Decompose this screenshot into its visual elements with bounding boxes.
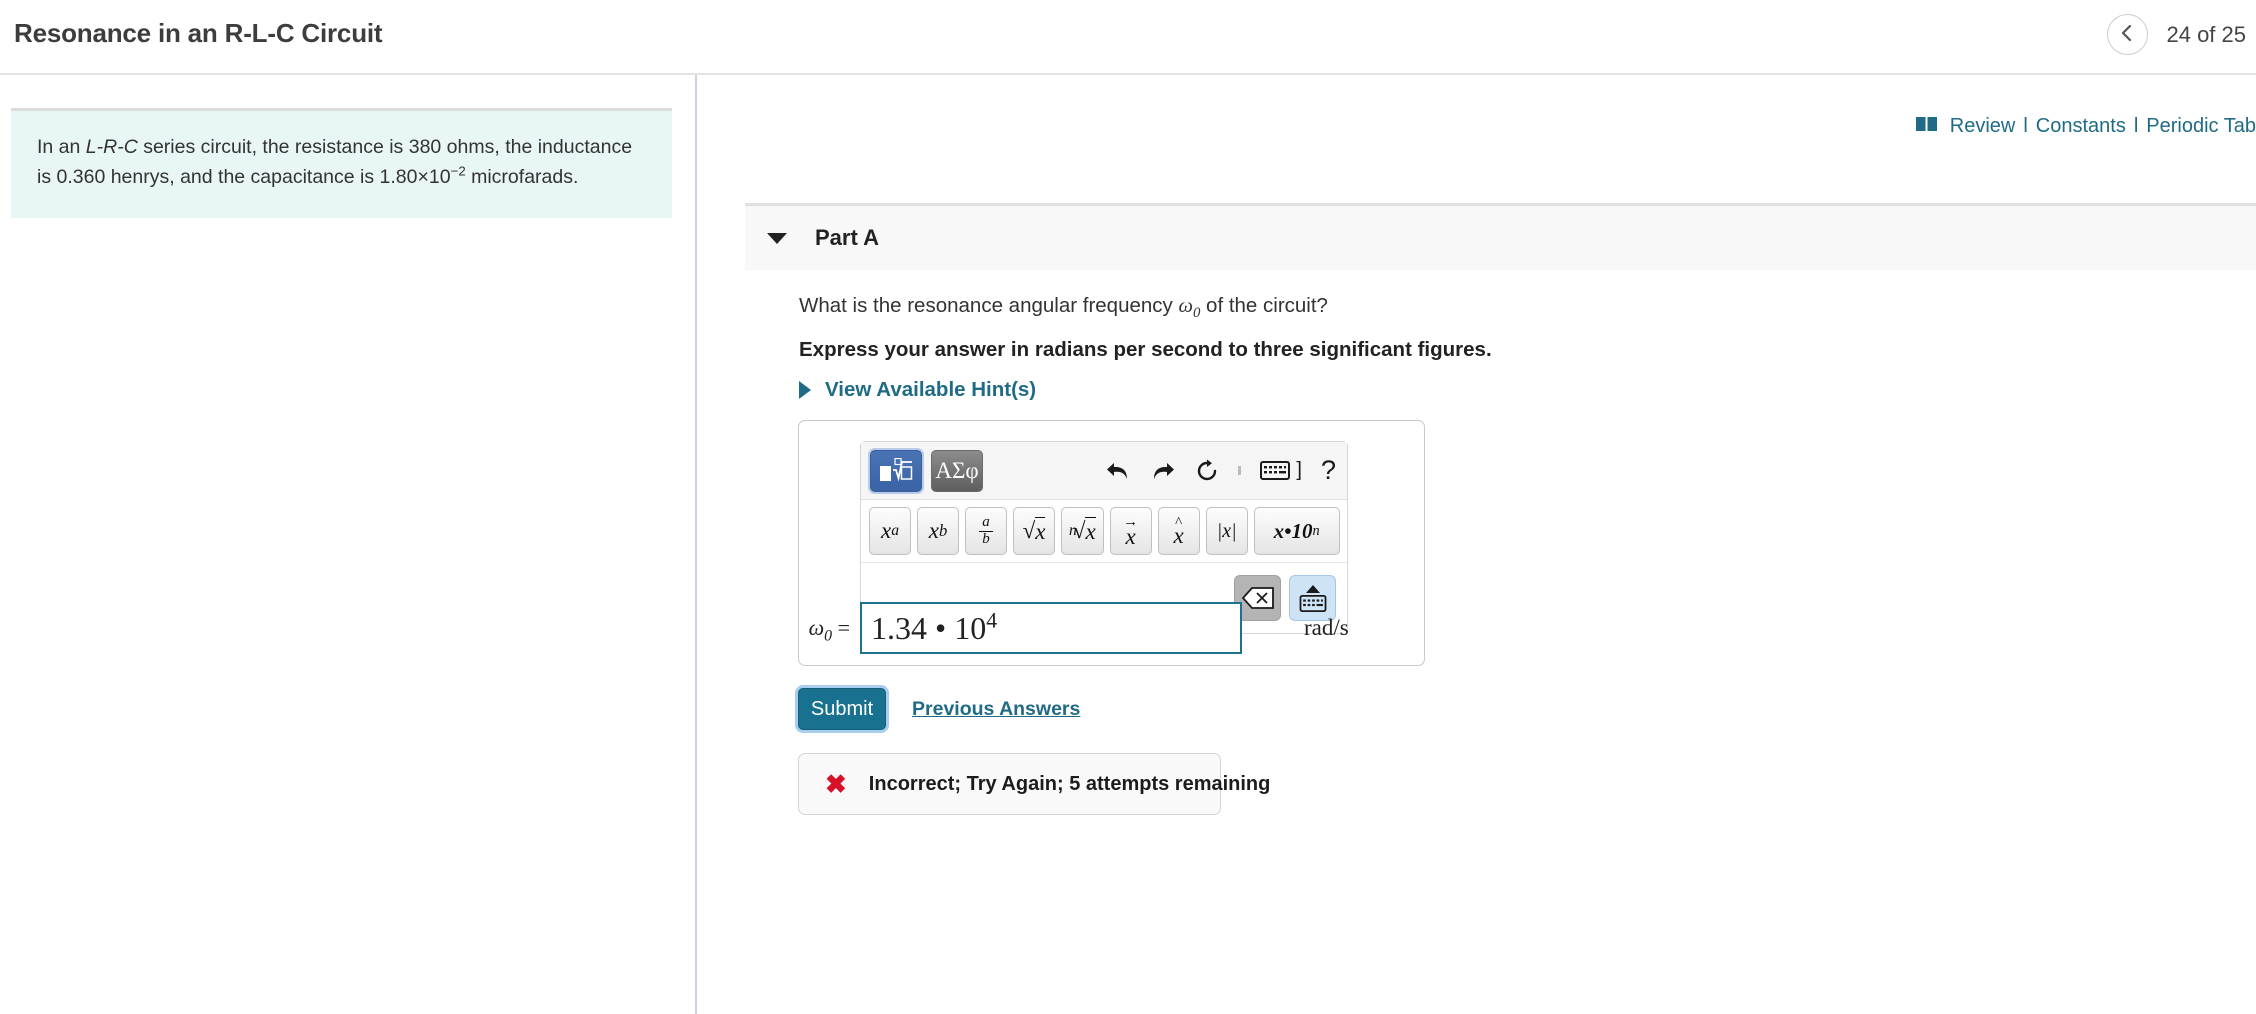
vector-button[interactable]: → x [1109, 507, 1152, 555]
caret-right-icon [799, 381, 811, 399]
reset-circular-arrow-icon[interactable] [1195, 459, 1219, 483]
answer-mantissa: 1.34 • 10 [871, 609, 987, 646]
answer-variable-label: ω0 = [799, 615, 860, 645]
hat-button[interactable]: ^ x [1157, 507, 1200, 555]
page-title: Resonance in an R-L-C Circuit [14, 18, 383, 48]
answer-input[interactable]: 1.34 • 104 [860, 602, 1242, 654]
view-hints-label: View Available Hint(s) [825, 378, 1037, 401]
toolbar-symbol-row: xa xb a b √ x n √ x → x ^ x |x| x•10 n [861, 500, 1347, 563]
nth-root-button[interactable]: n √ x [1061, 507, 1104, 555]
redo-arrow-icon[interactable] [1150, 460, 1176, 482]
submit-button[interactable]: Submit [798, 688, 886, 730]
answer-exponent: 4 [986, 607, 998, 632]
problem-text-tail: microfarads. [465, 165, 579, 188]
greek-palette-button[interactable]: ΑΣφ [931, 449, 983, 492]
instruction-text: Express your answer in radians per secon… [799, 338, 1492, 361]
periodic-table-link[interactable]: Periodic Tab [2146, 115, 2256, 138]
problem-text-lead: In an [37, 136, 86, 158]
feedback-box: ✖ Incorrect; Try Again; 5 attempts remai… [798, 753, 1270, 815]
math-palette-icon[interactable] [870, 449, 922, 492]
fraction-numerator: a [979, 514, 993, 532]
toolbar-mode-row: ΑΣφ] ? [861, 442, 1347, 500]
bracket-icon[interactable]: ] [1296, 459, 1302, 482]
constants-link[interactable]: Constants [2036, 115, 2126, 138]
problem-statement-panel: In an L-R-C series circuit, the resistan… [0, 75, 697, 1014]
superscript-base: x [880, 518, 892, 543]
sqrt-radicand: x [1035, 517, 1046, 544]
toolbar-action-icons: ] ? [1105, 457, 1336, 484]
hat-base: x [1173, 523, 1184, 549]
problem-statement-text: In an L-R-C series circuit, the resistan… [37, 133, 646, 192]
answer-omega-subscript: 0 [824, 627, 833, 645]
answer-equals-sign: = [837, 615, 850, 640]
answer-omega-symbol: ω [808, 615, 825, 640]
abs-label: |x| [1216, 519, 1237, 542]
subscript-base: x [928, 518, 939, 543]
red-x-icon: ✖ [825, 769, 847, 799]
question-text-lead: What is the resonance angular frequency [799, 294, 1179, 317]
link-separator-2: l [2133, 115, 2139, 137]
review-link[interactable]: Review [1950, 115, 2016, 138]
answer-units-label: rad/s [1304, 615, 1349, 640]
link-separator-1: l [2023, 115, 2028, 137]
question-text: What is the resonance angular frequency … [799, 294, 1328, 320]
pager: 24 of 25 [2107, 14, 2246, 55]
problem-exponent: −2 [450, 163, 466, 179]
answer-input-row: ω0 = 1.34 • 104 rad/s [799, 602, 1426, 654]
resource-links: Review l Constants l Periodic Tab [1915, 115, 2256, 138]
previous-question-button[interactable] [2107, 14, 2149, 55]
caret-up-icon [1305, 584, 1320, 593]
book-icon [1915, 115, 1938, 138]
app-header: Resonance in an R-L-C Circuit 24 of 25 [0, 0, 2256, 75]
answer-value: 1.34 • 104 [871, 607, 998, 647]
part-a-header[interactable]: Part A [745, 203, 2256, 270]
caret-down-icon[interactable] [767, 232, 787, 244]
undo-arrow-icon[interactable] [1105, 460, 1131, 482]
superscript-button[interactable]: xa [869, 507, 911, 555]
subscript-button[interactable]: xb [917, 507, 959, 555]
keyboard-icon[interactable] [1260, 461, 1291, 480]
absolute-value-button[interactable]: |x| [1205, 507, 1248, 555]
answer-panel: Review l Constants l Periodic Tab Part A… [699, 75, 2256, 1014]
view-hints-link[interactable]: View Available Hint(s) [799, 378, 1036, 402]
scientific-notation-button[interactable]: x•10 n [1253, 507, 1340, 555]
problem-statement-box: In an L-R-C series circuit, the resistan… [11, 108, 672, 219]
fraction-denominator: b [982, 530, 990, 547]
question-text-tail: of the circuit? [1200, 294, 1328, 317]
help-icon[interactable]: ? [1321, 457, 1336, 484]
omega-symbol: ω [1178, 295, 1193, 317]
part-a-title: Part A [815, 225, 879, 250]
chevron-left-icon [2120, 23, 2135, 46]
square-root-button[interactable]: √ x [1013, 507, 1055, 555]
pager-label: 24 of 25 [2166, 21, 2246, 47]
greek-palette-label: ΑΣφ [935, 457, 979, 483]
toolbar-divider [1238, 466, 1242, 475]
feedback-message: Incorrect; Try Again; 5 attempts remaini… [868, 772, 1271, 795]
nthroot-radicand: x [1085, 517, 1096, 544]
sci-base: x•10 [1273, 518, 1313, 543]
submit-row: Submit Previous Answers [798, 688, 1080, 730]
problem-circuit-name: L-R-C [85, 136, 138, 158]
answer-card: ΑΣφ] ? x a x b a b √ x n √ x → x ^ x |x… [798, 420, 1425, 666]
fraction-button[interactable]: a b [965, 507, 1007, 555]
vector-base: x [1125, 524, 1136, 549]
previous-answers-link[interactable]: Previous Answers [912, 698, 1080, 721]
